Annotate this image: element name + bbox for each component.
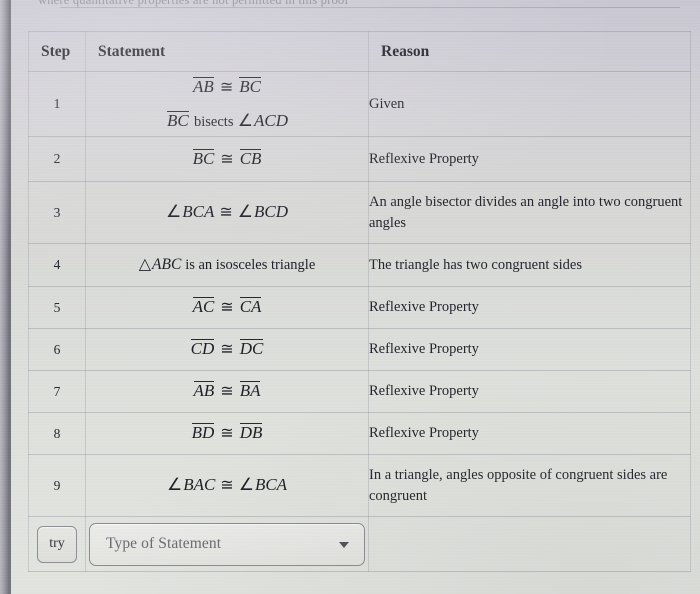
table-row: 2 BC ≅ CB Reflexive Property bbox=[28, 136, 691, 182]
step-number: 3 bbox=[28, 181, 86, 244]
statement-line: BC ≅ CB bbox=[192, 148, 262, 168]
column-header-statement: Statement bbox=[85, 31, 369, 72]
type-of-statement-select[interactable]: Type of Statement bbox=[89, 522, 365, 566]
column-header-reason: Reason bbox=[368, 31, 691, 72]
table-row: 4 △ABC is an isosceles triangle The tria… bbox=[28, 243, 691, 287]
table-row: 5 AC ≅ CA Reflexive Property bbox=[28, 286, 691, 329]
step-number: 9 bbox=[28, 454, 86, 517]
table-row: 7 AB ≅ BA Reflexive Property bbox=[28, 370, 691, 413]
table-row: 8 BD ≅ DB Reflexive Property bbox=[28, 412, 691, 455]
try-button[interactable]: try bbox=[37, 525, 77, 563]
table-row: 9 ∠BAC ≅ ∠BCA In a triangle, angles opposi… bbox=[28, 454, 691, 517]
entry-reason-cell[interactable] bbox=[368, 516, 691, 572]
statement-cell: BD ≅ DB bbox=[85, 412, 369, 455]
statement-cell: CD ≅ DC bbox=[85, 328, 369, 371]
truncated-top-text: where quantitative properties are not pe… bbox=[38, 0, 349, 7]
step-number: 7 bbox=[28, 370, 86, 413]
type-of-statement-placeholder: Type of Statement bbox=[106, 535, 222, 552]
step-number: 6 bbox=[28, 328, 86, 371]
table-header-row: Step Statement Reason bbox=[28, 31, 691, 72]
reason-cell: The triangle has two congruent sides bbox=[368, 243, 691, 287]
statement-cell: AC ≅ CA bbox=[85, 286, 369, 329]
statement-line: AB ≅ BA bbox=[193, 381, 261, 401]
statement-line: CD ≅ DC bbox=[190, 339, 264, 359]
reason-cell: An angle bisector divides an angle into … bbox=[368, 181, 691, 244]
reason-cell: Given bbox=[368, 71, 691, 137]
statement-type-cell: Type of Statement bbox=[85, 516, 369, 572]
statement-cell: ∠BAC ≅ ∠BCA bbox=[85, 454, 369, 517]
statement-line: ∠BCA ≅ ∠BCD bbox=[165, 202, 288, 222]
try-button-cell: try bbox=[28, 516, 86, 572]
table-row: 3 ∠BCA ≅ ∠BCD An angle bisector divides an… bbox=[28, 181, 691, 244]
two-column-proof-table: Step Statement Reason 1 AB ≅ BC BC bisects… bbox=[28, 31, 691, 572]
statement-entry-row: try Type of Statement bbox=[28, 516, 691, 572]
step-number: 1 bbox=[28, 71, 86, 137]
statement-cell: △ABC is an isosceles triangle bbox=[85, 243, 369, 287]
column-header-step: Step bbox=[28, 31, 86, 72]
statement-cell: BC ≅ CB bbox=[85, 136, 369, 182]
step-number: 5 bbox=[28, 286, 86, 329]
statement-line: AC ≅ CA bbox=[192, 297, 262, 317]
statement-line: ∠BAC ≅ ∠BCA bbox=[166, 475, 288, 495]
statement-line: AB ≅ BC bbox=[193, 76, 261, 96]
step-number: 8 bbox=[28, 412, 86, 455]
reason-cell: Reflexive Property bbox=[368, 412, 691, 455]
statement-cell: ∠BCA ≅ ∠BCD bbox=[85, 181, 369, 244]
reason-cell: Reflexive Property bbox=[368, 136, 691, 182]
top-divider-line bbox=[60, 7, 680, 8]
reason-cell: Reflexive Property bbox=[368, 328, 691, 371]
step-number: 4 bbox=[28, 243, 86, 287]
page-left-edge-line bbox=[9, 0, 11, 594]
statement-line: BD ≅ DB bbox=[191, 423, 263, 443]
statement-line: BC bisects ∠ACD bbox=[167, 110, 288, 130]
reason-cell: In a triangle, angles opposite of congru… bbox=[368, 454, 691, 517]
reason-cell: Reflexive Property bbox=[368, 370, 691, 413]
reason-cell: Reflexive Property bbox=[368, 286, 691, 329]
table-row: 6 CD ≅ DC Reflexive Property bbox=[28, 328, 691, 371]
chevron-down-icon[interactable] bbox=[339, 542, 349, 548]
statement-cell: AB ≅ BC BC bisects ∠ACD bbox=[85, 71, 369, 137]
statement-line: △ABC is an isosceles triangle bbox=[138, 255, 316, 273]
step-number: 2 bbox=[28, 136, 86, 182]
statement-cell: AB ≅ BA bbox=[85, 370, 369, 413]
table-row: 1 AB ≅ BC BC bisects ∠ACD Given bbox=[28, 71, 691, 137]
